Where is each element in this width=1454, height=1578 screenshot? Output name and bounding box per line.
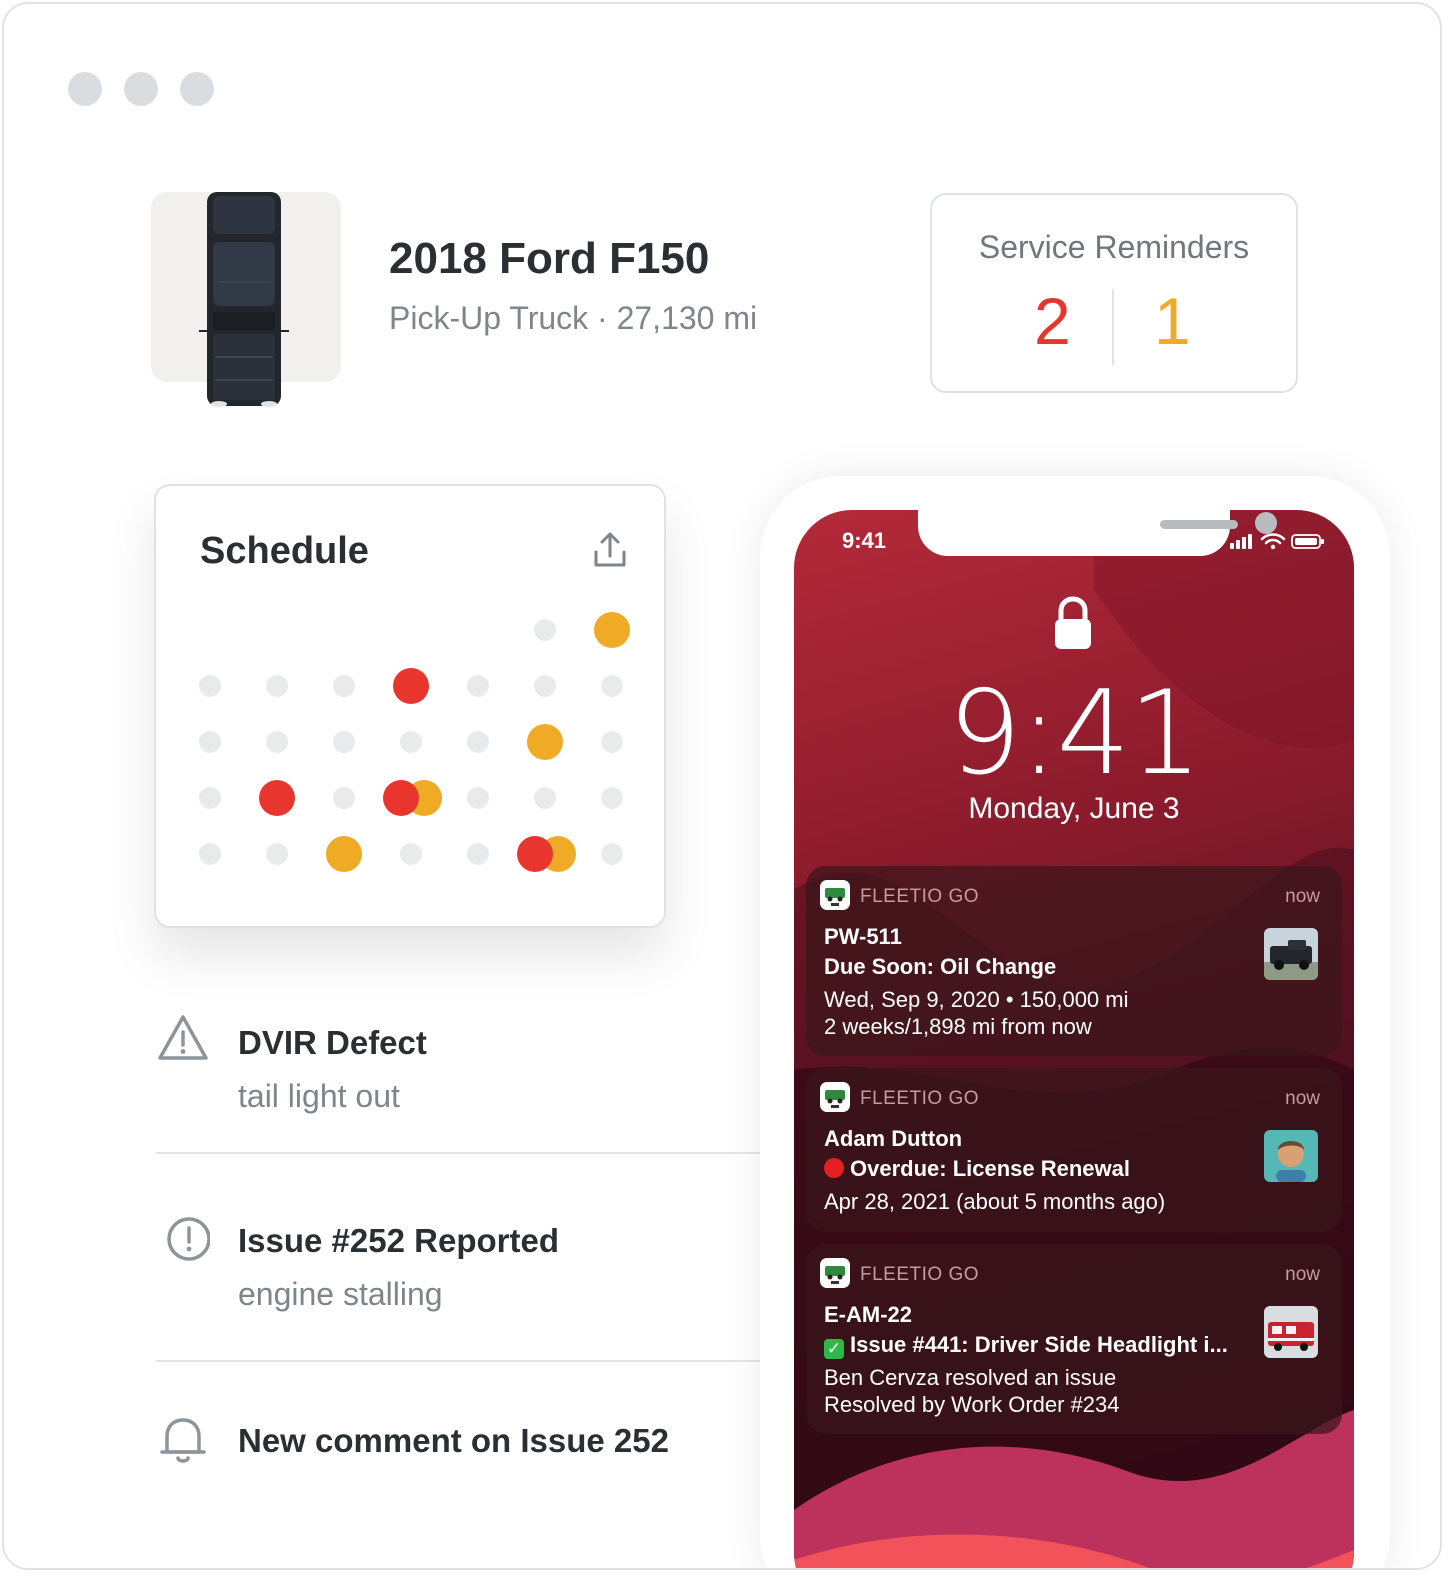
truck-icon (199, 192, 289, 407)
notification-person: Adam Dutton (824, 1126, 963, 1151)
feed-item-title: Issue #252 Reported (238, 1222, 559, 1259)
red-circle-icon (824, 1158, 844, 1178)
feed-item-issue[interactable]: Issue #252 Reported engine stalling (156, 1210, 760, 1320)
notification-detail: Apr 28, 2021 (about 5 months ago) (824, 1189, 1166, 1214)
ambulance-photo-thumbnail (1264, 1306, 1318, 1358)
schedule-dot-empty (534, 619, 556, 641)
schedule-dot-overdue[interactable] (517, 836, 553, 872)
schedule-dot-overdue[interactable] (259, 780, 295, 816)
notification-app-name: FLEETIO GO (860, 886, 980, 907)
notification-detail: Wed, Sep 9, 2020 • 150,000 mi (824, 987, 1129, 1012)
feed-divider (156, 1360, 760, 1362)
notification-detail: Resolved by Work Order #234 (824, 1392, 1120, 1417)
schedule-dot-overdue[interactable] (393, 668, 429, 704)
notification-time: now (1285, 1264, 1320, 1285)
fleetio-app-icon (820, 880, 850, 910)
service-reminders-card[interactable]: Service Reminders 2 1 (930, 193, 1298, 393)
overdue-count[interactable]: 2 (1034, 281, 1071, 361)
notification-heading-row: Overdue: License Renewal (824, 1156, 1130, 1182)
schedule-dot-empty (333, 787, 355, 809)
notification-app-name: FLEETIO GO (860, 1264, 980, 1285)
feed-item-title: New comment on Issue 252 (238, 1422, 669, 1459)
notification-detail: Ben Cervza resolved an issue (824, 1365, 1117, 1390)
status-bar-time: 9:41 (842, 528, 887, 553)
notification-detail: 2 weeks/1,898 mi from now (824, 1014, 1092, 1039)
schedule-dot-empty (601, 675, 623, 697)
phone-lock-screen: 9:41 9:41 Monday, June 3 FLEETIO GO now … (794, 510, 1354, 1568)
phone-mockup: 9:41 9:41 Monday, June 3 FLEETIO GO now … (760, 476, 1390, 1568)
notification-oil-change[interactable]: FLEETIO GO now PW-511 Due Soon: Oil Chan… (806, 866, 1342, 1056)
schedule-title: Schedule (200, 530, 369, 572)
schedule-dot-empty (467, 731, 489, 753)
schedule-dot-overdue[interactable] (383, 780, 419, 816)
lock-screen-time: 9:41 (947, 666, 1203, 801)
window-dot-minimize[interactable] (124, 72, 158, 106)
app-window: 2018 Ford F150 Pick-Up Truck · 27,130 mi… (2, 2, 1442, 1570)
reminders-divider (1112, 289, 1114, 365)
schedule-dot-empty (601, 731, 623, 753)
schedule-dot-empty (266, 675, 288, 697)
schedule-dot-empty (333, 731, 355, 753)
schedule-dot-empty (266, 843, 288, 865)
notification-app-name: FLEETIO GO (860, 1088, 980, 1109)
feed-item-title: DVIR Defect (238, 1024, 427, 1061)
feed-item-subtitle: tail light out (238, 1078, 400, 1114)
schedule-dot-due-soon[interactable] (594, 612, 630, 648)
vehicle-subtitle: Pick-Up Truck · 27,130 mi (389, 300, 758, 336)
notification-heading-row: ✓ Issue #441: Driver Side Headlight i... (824, 1332, 1228, 1359)
schedule-dot-empty (199, 731, 221, 753)
vehicle-name[interactable]: 2018 Ford F150 (389, 234, 709, 284)
schedule-dot-empty (534, 675, 556, 697)
schedule-dot-empty (333, 675, 355, 697)
speaker-grill (1160, 520, 1238, 529)
notification-heading: Due Soon: Oil Change (824, 954, 1057, 979)
notification-license-renewal[interactable]: FLEETIO GO now Adam Dutton Overdue: Lice… (806, 1068, 1342, 1232)
window-dot-close[interactable] (68, 72, 102, 106)
schedule-dot-empty (534, 787, 556, 809)
notification-heading: Issue #441: Driver Side Headlight i... (850, 1332, 1228, 1357)
lock-icon (1055, 596, 1091, 649)
schedule-dot-empty (199, 843, 221, 865)
avatar (1264, 1130, 1318, 1182)
share-icon[interactable] (590, 530, 630, 570)
window-controls (68, 72, 214, 106)
schedule-dot-empty (467, 787, 489, 809)
fleetio-app-icon (820, 1258, 850, 1288)
schedule-dot-empty (400, 731, 422, 753)
schedule-dot-empty (601, 843, 623, 865)
feed-item-dvir[interactable]: DVIR Defect tail light out (156, 1012, 760, 1122)
feed-divider (156, 1152, 760, 1154)
schedule-dot-empty (199, 675, 221, 697)
notification-headlight-issue[interactable]: FLEETIO GO now E-AM-22 ✓ Issue #441: Driv… (806, 1244, 1342, 1434)
notification-time: now (1285, 886, 1320, 907)
bell-icon (160, 1418, 206, 1463)
lock-screen-date: Monday, June 3 (968, 792, 1180, 825)
check-mark-icon: ✓ (824, 1339, 844, 1359)
schedule-card: Schedule (154, 484, 666, 928)
vehicle-photo[interactable] (151, 192, 341, 407)
notification-heading: Overdue: License Renewal (850, 1156, 1130, 1181)
fleetio-app-icon (820, 1082, 850, 1112)
schedule-dot-due-soon[interactable] (326, 836, 362, 872)
notification-time: now (1285, 1088, 1320, 1109)
notification-vehicle: PW-511 (824, 924, 902, 949)
feed-item-comment[interactable]: New comment on Issue 252 (156, 1410, 760, 1480)
exclamation-circle-icon (167, 1217, 210, 1261)
schedule-dot-empty (266, 731, 288, 753)
schedule-dot-due-soon[interactable] (527, 724, 563, 760)
status-bar-icons (1230, 533, 1324, 550)
schedule-dot-empty (199, 787, 221, 809)
schedule-dot-empty (467, 843, 489, 865)
notification-vehicle: E-AM-22 (824, 1302, 913, 1327)
schedule-dot-empty (601, 787, 623, 809)
feed-item-subtitle: engine stalling (238, 1276, 443, 1312)
due-soon-count[interactable]: 1 (1154, 281, 1191, 361)
window-dot-maximize[interactable] (180, 72, 214, 106)
schedule-dot-empty (400, 843, 422, 865)
warning-triangle-icon (158, 1015, 208, 1060)
schedule-dot-empty (467, 675, 489, 697)
service-reminders-title: Service Reminders (978, 229, 1250, 265)
phone-notch (918, 510, 1277, 556)
truck-photo-thumbnail (1264, 928, 1318, 980)
